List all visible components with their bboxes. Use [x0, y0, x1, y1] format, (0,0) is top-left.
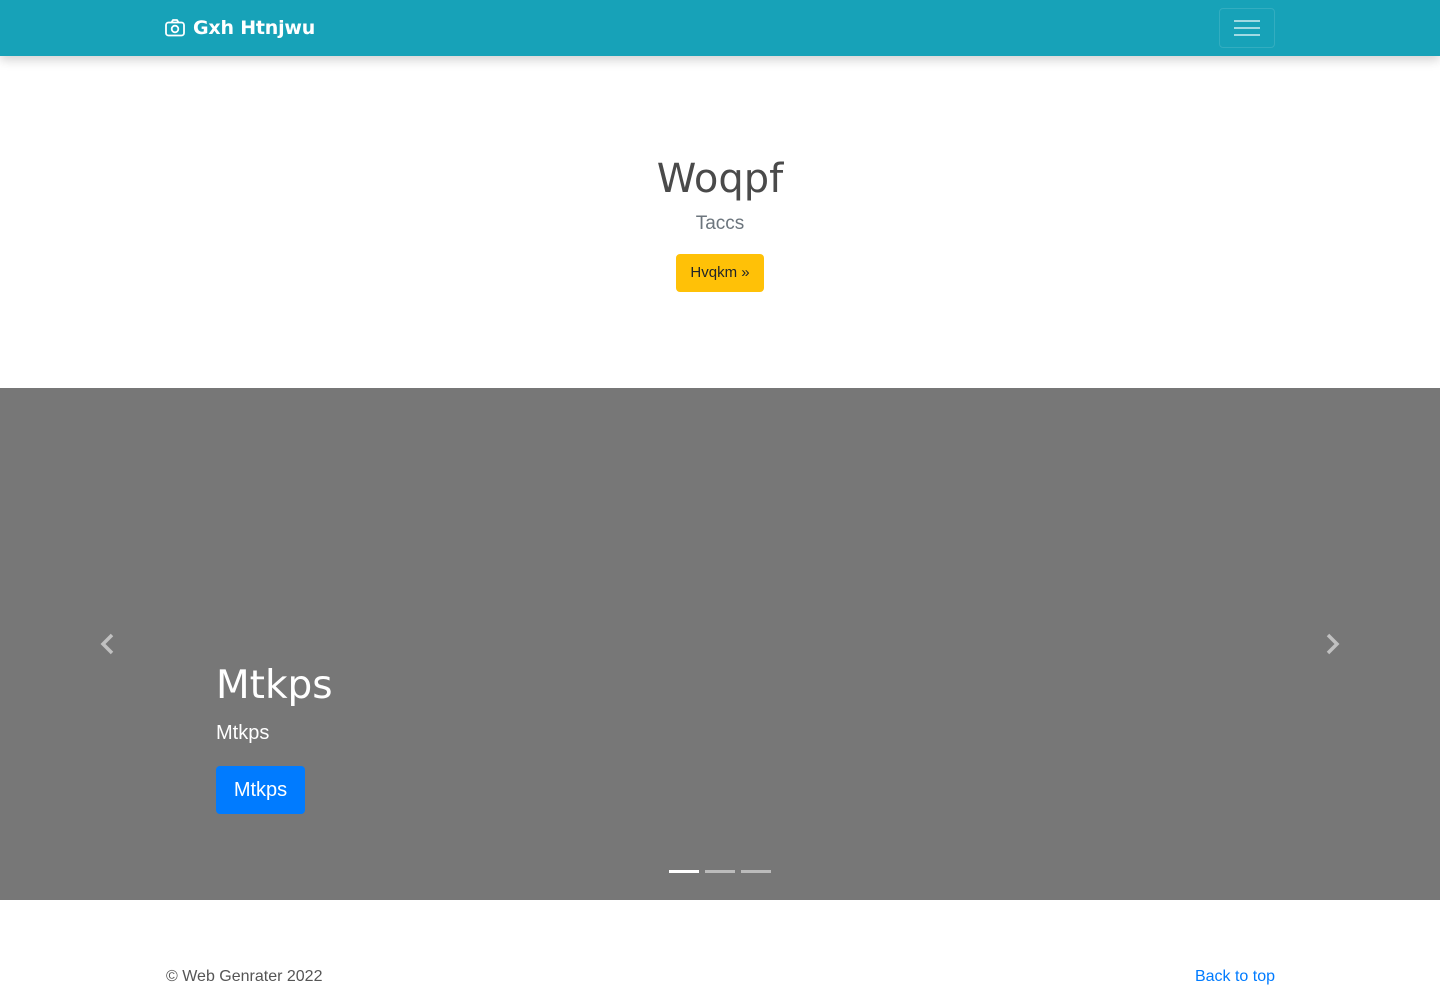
carousel-next-button[interactable] [1322, 633, 1342, 655]
carousel-indicator-1[interactable] [669, 870, 699, 873]
hero-section: Woqpf Taccs Hvqkm » [0, 56, 1440, 388]
carousel-indicators [666, 870, 774, 873]
carousel-caption: Mtkps Mtkps Mtkps [216, 660, 333, 814]
hero-title: Woqpf [656, 156, 784, 202]
slide-text: Mtkps [216, 722, 270, 744]
chevron-right-icon [1326, 633, 1340, 655]
navbar-toggler-button[interactable] [1219, 8, 1275, 48]
carousel-prev-button[interactable] [98, 633, 118, 655]
slide-button[interactable]: Mtkps [216, 766, 305, 814]
carousel: Mtkps Mtkps Mtkps [0, 388, 1440, 900]
brand-link[interactable]: Gxh Htnjwu [165, 16, 315, 40]
back-to-top-link[interactable]: Back to top [1195, 967, 1275, 987]
hero-subtitle: Taccs [695, 213, 745, 234]
hero-cta-button[interactable]: Hvqkm » [676, 254, 764, 292]
brand-name: Gxh Htnjwu [193, 17, 316, 39]
carousel-indicator-2[interactable] [705, 870, 735, 873]
slide-title: Mtkps [216, 663, 333, 708]
footer: © Web Genrater 2022 Back to top [0, 900, 1440, 988]
navbar: Gxh Htnjwu [0, 0, 1440, 56]
camera-icon [165, 19, 185, 37]
copyright-text: © Web Genrater 2022 [166, 968, 323, 985]
hamburger-menu-icon [1234, 20, 1260, 36]
carousel-indicator-3[interactable] [741, 870, 771, 873]
chevron-left-icon [100, 633, 114, 655]
